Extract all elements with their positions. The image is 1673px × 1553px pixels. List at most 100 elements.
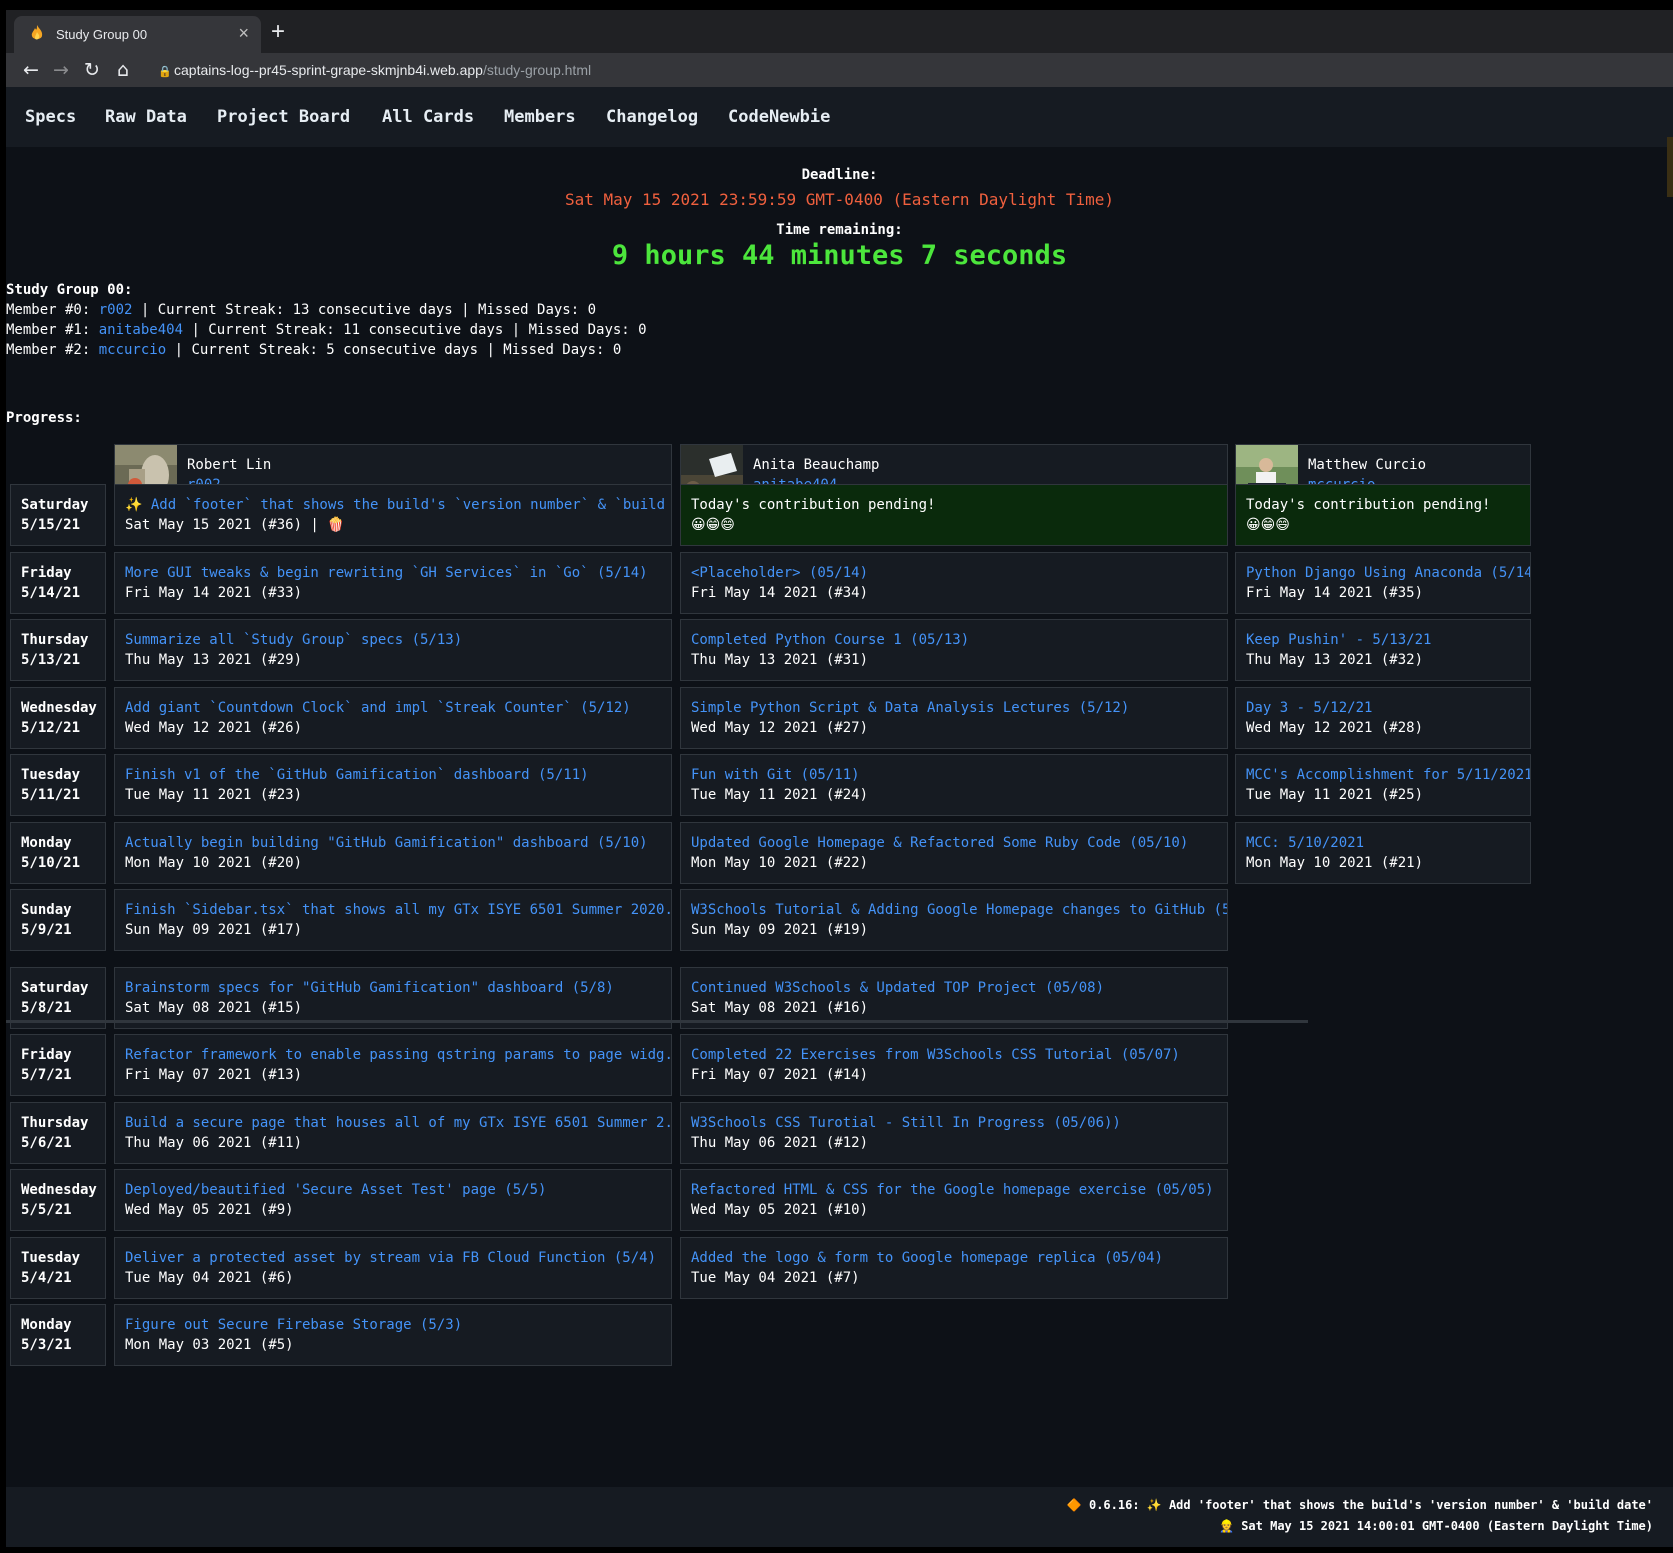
- contribution-title-link[interactable]: Figure out Secure Firebase Storage (5/3): [125, 1315, 671, 1335]
- day-label: Tuesday 5/4/21: [10, 1237, 106, 1299]
- day-date: 5/12/21: [21, 720, 81, 736]
- contribution-card[interactable]: Day 3 - 5/12/21 Wed May 12 2021 (#28): [1235, 687, 1531, 749]
- contribution-date: Wed May 12 2021 (#28): [1246, 720, 1424, 736]
- contribution-date: Mon May 03 2021 (#5): [125, 1337, 294, 1353]
- member-link[interactable]: mccurcio: [99, 342, 166, 358]
- tab-close-icon[interactable]: ×: [238, 23, 249, 44]
- contribution-date: Thu May 06 2021 (#11): [125, 1135, 303, 1151]
- contribution-title-link[interactable]: Finish v1 of the `GitHub Gamification` d…: [125, 765, 671, 785]
- contribution-card[interactable]: Updated Google Homepage & Refactored Som…: [680, 822, 1228, 884]
- contribution-title-link[interactable]: Finish `Sidebar.tsx` that shows all my G…: [125, 900, 671, 920]
- contribution-title-link[interactable]: Refactor framework to enable passing qst…: [125, 1045, 671, 1065]
- contribution-card[interactable]: Python Django Using Anaconda (5/14) Fri M…: [1235, 552, 1531, 614]
- contribution-title-link[interactable]: Deliver a protected asset by stream via …: [125, 1248, 671, 1268]
- contribution-date: Fri May 07 2021 (#13): [125, 1067, 303, 1083]
- contribution-card[interactable]: Build a secure page that houses all of m…: [114, 1102, 672, 1164]
- contribution-card[interactable]: Finish `Sidebar.tsx` that shows all my G…: [114, 889, 672, 951]
- nav-specs[interactable]: Specs: [25, 107, 76, 127]
- contribution-title-link[interactable]: More GUI tweaks & begin rewriting `GH Se…: [125, 563, 671, 583]
- address-bar[interactable]: 🔒 captains-log--pr45-sprint-grape-skmjnb4…: [158, 58, 1658, 82]
- time-remaining-label: Time remaining:: [776, 222, 903, 238]
- contribution-title-link[interactable]: Updated Google Homepage & Refactored Som…: [691, 833, 1227, 853]
- contribution-title-link[interactable]: ✨ Add `footer` that shows the build's `v…: [125, 495, 671, 515]
- contribution-title-link[interactable]: MCC: 5/10/2021: [1246, 833, 1530, 853]
- contribution-card[interactable]: Refactored HTML & CSS for the Google hom…: [680, 1169, 1228, 1231]
- nav-project-board[interactable]: Project Board: [217, 107, 350, 127]
- contribution-card[interactable]: Completed Python Course 1 (05/13) Thu May…: [680, 619, 1228, 681]
- contribution-title-link[interactable]: Simple Python Script & Data Analysis Lec…: [691, 698, 1227, 718]
- contribution-title-link[interactable]: Actually begin building "GitHub Gamifica…: [125, 833, 671, 853]
- contribution-title-link[interactable]: Added the logo & form to Google homepage…: [691, 1248, 1227, 1268]
- contribution-title-link[interactable]: Summarize all `Study Group` specs (5/13): [125, 630, 671, 650]
- contribution-card[interactable]: Figure out Secure Firebase Storage (5/3)…: [114, 1304, 672, 1366]
- home-icon[interactable]: ⌂: [110, 57, 136, 83]
- pending-text: Today's contribution pending!: [691, 497, 936, 513]
- day-date: 5/15/21: [21, 517, 81, 533]
- contribution-card[interactable]: MCC's Accomplishment for 5/11/2021 Tue Ma…: [1235, 754, 1531, 816]
- back-icon[interactable]: ←: [18, 57, 44, 83]
- day-date: 5/3/21: [21, 1337, 72, 1353]
- day-date: 5/8/21: [21, 1000, 72, 1016]
- contribution-title-link[interactable]: Keep Pushin' - 5/13/21: [1246, 630, 1530, 650]
- contribution-title-link[interactable]: Refactored HTML & CSS for the Google hom…: [691, 1180, 1227, 1200]
- contribution-card[interactable]: Actually begin building "GitHub Gamifica…: [114, 822, 672, 884]
- nav-all-cards[interactable]: All Cards: [382, 107, 474, 127]
- contribution-card[interactable]: Summarize all `Study Group` specs (5/13)…: [114, 619, 672, 681]
- reload-icon[interactable]: ↻: [79, 57, 105, 83]
- contribution-card[interactable]: Added the logo & form to Google homepage…: [680, 1237, 1228, 1299]
- contribution-title-link[interactable]: Completed Python Course 1 (05/13): [691, 630, 1227, 650]
- member-link[interactable]: anitabe404: [99, 322, 183, 338]
- contribution-card[interactable]: Refactor framework to enable passing qst…: [114, 1034, 672, 1096]
- contribution-title-link[interactable]: Day 3 - 5/12/21: [1246, 698, 1530, 718]
- contribution-title-link[interactable]: W3Schools CSS Turotial - Still In Progre…: [691, 1113, 1227, 1133]
- contribution-card[interactable]: Finish v1 of the `GitHub Gamification` d…: [114, 754, 672, 816]
- site-nav: Specs Raw Data Project Board All Cards M…: [6, 87, 1673, 197]
- contribution-date: Wed May 05 2021 (#10): [691, 1202, 869, 1218]
- new-tab-icon[interactable]: +: [271, 18, 285, 46]
- contribution-card[interactable]: More GUI tweaks & begin rewriting `GH Se…: [114, 552, 672, 614]
- browser-tab[interactable]: Study Group 00 ×: [14, 16, 261, 53]
- nav-codenewbie[interactable]: CodeNewbie: [728, 107, 830, 127]
- contribution-card[interactable]: Simple Python Script & Data Analysis Lec…: [680, 687, 1228, 749]
- contribution-title-link[interactable]: Deployed/beautified 'Secure Asset Test' …: [125, 1180, 671, 1200]
- member-link[interactable]: r002: [99, 302, 133, 318]
- contribution-title-link[interactable]: MCC's Accomplishment for 5/11/2021: [1246, 765, 1530, 785]
- contribution-title-link[interactable]: Continued W3Schools & Updated TOP Projec…: [691, 978, 1227, 998]
- contribution-card[interactable]: Completed 22 Exercises from W3Schools CS…: [680, 1034, 1228, 1096]
- contribution-date: Tue May 04 2021 (#7): [691, 1270, 860, 1286]
- contribution-title-link[interactable]: W3Schools Tutorial & Adding Google Homep…: [691, 900, 1227, 920]
- contribution-date: Fri May 14 2021 (#34): [691, 585, 869, 601]
- contribution-card[interactable]: ✨ Add `footer` that shows the build's `v…: [114, 484, 672, 546]
- day-date: 5/6/21: [21, 1135, 72, 1151]
- member-name: Matthew Curcio: [1308, 457, 1427, 473]
- contribution-card[interactable]: MCC: 5/10/2021 Mon May 10 2021 (#21): [1235, 822, 1531, 884]
- forward-icon[interactable]: →: [48, 57, 74, 83]
- contribution-card[interactable]: Deliver a protected asset by stream via …: [114, 1237, 672, 1299]
- member-name: Robert Lin: [187, 457, 272, 473]
- contribution-title-link[interactable]: Fun with Git (05/11): [691, 765, 1227, 785]
- contribution-title-link[interactable]: Python Django Using Anaconda (5/14): [1246, 563, 1530, 583]
- nav-members[interactable]: Members: [504, 107, 576, 127]
- contribution-title-link[interactable]: Build a secure page that houses all of m…: [125, 1113, 671, 1133]
- contribution-card[interactable]: W3Schools Tutorial & Adding Google Homep…: [680, 889, 1228, 951]
- member-stats: | Current Streak: 5 consecutive days | M…: [166, 342, 622, 358]
- day-date: 5/7/21: [21, 1067, 72, 1083]
- contribution-title-link[interactable]: <Placeholder> (05/14): [691, 563, 1227, 583]
- contribution-card[interactable]: Keep Pushin' - 5/13/21 Thu May 13 2021 (#…: [1235, 619, 1531, 681]
- emoji-row: 😀😁😄: [1246, 517, 1290, 533]
- pending-card: Today's contribution pending! 😀😁😄: [680, 484, 1228, 546]
- contribution-card[interactable]: Add giant `Countdown Clock` and impl `St…: [114, 687, 672, 749]
- contribution-card[interactable]: Fun with Git (05/11) Tue May 11 2021 (#24…: [680, 754, 1228, 816]
- contribution-card[interactable]: W3Schools CSS Turotial - Still In Progre…: [680, 1102, 1228, 1164]
- nav-raw-data[interactable]: Raw Data: [105, 107, 187, 127]
- pending-text: Today's contribution pending!: [1246, 497, 1491, 513]
- contribution-card[interactable]: Deployed/beautified 'Secure Asset Test' …: [114, 1169, 672, 1231]
- contribution-title-link[interactable]: Completed 22 Exercises from W3Schools CS…: [691, 1045, 1227, 1065]
- nav-changelog[interactable]: Changelog: [606, 107, 698, 127]
- favicon-icon: [31, 25, 43, 40]
- contribution-title-link[interactable]: Add giant `Countdown Clock` and impl `St…: [125, 698, 671, 718]
- contribution-title-link[interactable]: Brainstorm specs for "GitHub Gamificatio…: [125, 978, 671, 998]
- day-name: Wednesday: [21, 1182, 97, 1198]
- contribution-card[interactable]: <Placeholder> (05/14) Fri May 14 2021 (#3…: [680, 552, 1228, 614]
- contribution-date: Tue May 11 2021 (#23): [125, 787, 303, 803]
